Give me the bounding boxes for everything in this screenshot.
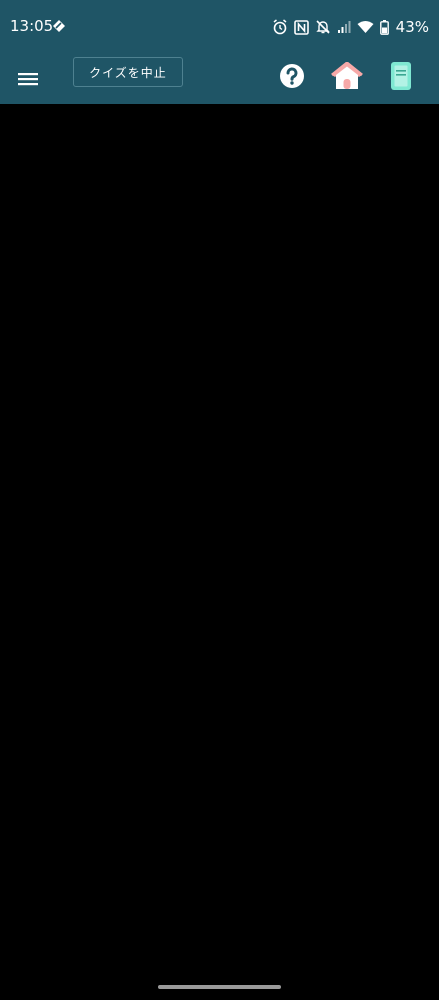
- battery-icon: [379, 19, 389, 35]
- signal-icon: [337, 21, 351, 33]
- navigation-gesture-bar[interactable]: [158, 985, 281, 989]
- home-icon[interactable]: [330, 62, 364, 90]
- mute-icon: [315, 20, 330, 34]
- book-icon[interactable]: [388, 61, 414, 91]
- quiz-content-area: [0, 104, 439, 1000]
- diamond-notification-icon: [53, 20, 65, 32]
- status-bar: 13:05 43%: [0, 0, 439, 54]
- status-icons: 43%: [272, 16, 429, 38]
- help-icon[interactable]: [279, 63, 305, 89]
- quit-quiz-button[interactable]: クイズを中止: [73, 57, 183, 87]
- wifi-icon: [357, 21, 374, 33]
- app-bar: クイズを中止: [0, 54, 439, 104]
- alarm-icon: [273, 19, 287, 35]
- battery-percent: 43%: [395, 18, 429, 36]
- hamburger-menu-icon[interactable]: [14, 66, 42, 92]
- nfc-icon: [293, 19, 309, 35]
- status-time: 13:05: [10, 17, 54, 35]
